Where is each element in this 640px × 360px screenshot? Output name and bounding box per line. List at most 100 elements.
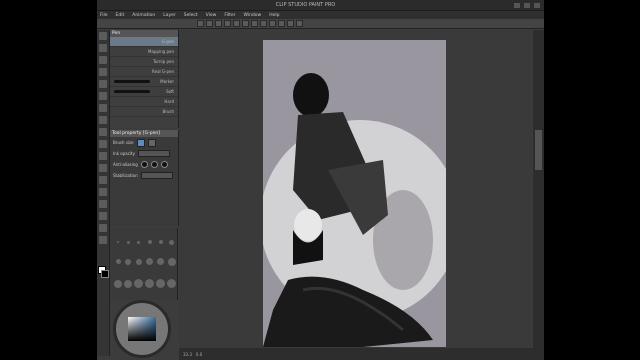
transform-icon[interactable] <box>251 20 258 27</box>
undo-icon[interactable] <box>224 20 231 27</box>
brush-size-option[interactable] <box>167 279 176 289</box>
brush-item[interactable]: Real G-pen <box>110 67 178 77</box>
menu-file[interactable]: File <box>100 13 108 18</box>
brush-label: Marker <box>160 79 174 84</box>
minimize-icon[interactable] <box>514 2 520 8</box>
brush-size-option[interactable] <box>114 279 122 288</box>
property-row[interactable]: Brush size <box>110 137 178 148</box>
menu-select[interactable]: Select <box>184 13 198 18</box>
brush-label: Soft <box>166 89 174 94</box>
subtool-panel: Pen G-pen Mapping pen Turnip pen Real G-… <box>110 30 179 128</box>
property-row[interactable]: Stabilization <box>110 170 178 181</box>
color-picker-square[interactable] <box>128 317 156 341</box>
gradient-tool-icon[interactable] <box>99 164 107 172</box>
brush-size-option[interactable] <box>167 257 176 266</box>
text-tool-icon[interactable] <box>99 212 107 220</box>
frame-tool-icon[interactable] <box>99 188 107 196</box>
eraser-tool-icon[interactable] <box>99 128 107 136</box>
save-icon[interactable] <box>215 20 222 27</box>
property-label: Brush size <box>113 140 134 145</box>
pencil-tool-icon[interactable] <box>99 92 107 100</box>
ruler-icon[interactable] <box>296 20 303 27</box>
new-icon[interactable] <box>197 20 204 27</box>
menu-filter[interactable]: Filter <box>224 13 235 18</box>
select-tool-icon[interactable] <box>99 56 107 64</box>
brush-item[interactable]: Brush <box>110 107 178 117</box>
brush-size-option[interactable] <box>157 258 164 266</box>
property-row[interactable]: Anti-aliasing <box>110 159 178 170</box>
correct-line-tool-icon[interactable] <box>99 236 107 244</box>
size-chip-icon[interactable] <box>147 138 156 147</box>
rotation-value[interactable]: 0.0 <box>196 352 202 357</box>
brush-size-option[interactable] <box>124 279 132 288</box>
brush-size-option[interactable] <box>158 240 163 245</box>
figure-tool-icon[interactable] <box>99 176 107 184</box>
brush-size-option[interactable] <box>125 258 131 265</box>
maximize-icon[interactable] <box>524 2 530 8</box>
airbrush-tool-icon[interactable] <box>99 116 107 124</box>
ruler-tool-icon[interactable] <box>99 200 107 208</box>
brush-size-option[interactable] <box>117 241 119 244</box>
aa-option-icon[interactable] <box>140 161 148 168</box>
menu-help[interactable]: Help <box>269 13 279 18</box>
aa-option-icon[interactable] <box>150 161 158 168</box>
brush-item[interactable]: Mapping pen <box>110 47 178 57</box>
brush-size-option[interactable] <box>147 240 152 245</box>
brush-tool-icon[interactable] <box>99 104 107 112</box>
brush-size-option[interactable] <box>169 239 174 245</box>
menu-animation[interactable]: Animation <box>132 13 155 18</box>
brush-stroke-preview <box>114 90 150 93</box>
snap-icon[interactable] <box>278 20 285 27</box>
redo-icon[interactable] <box>233 20 240 27</box>
brush-size-option[interactable] <box>135 258 142 265</box>
close-icon[interactable] <box>534 2 540 8</box>
brush-size-option[interactable] <box>115 259 121 265</box>
brush-label: Hard <box>164 99 174 104</box>
blend-tool-icon[interactable] <box>99 140 107 148</box>
scrollbar-thumb[interactable] <box>535 130 542 170</box>
open-icon[interactable] <box>206 20 213 27</box>
grid-icon[interactable] <box>287 20 294 27</box>
opacity-slider[interactable] <box>138 150 170 157</box>
vertical-scrollbar[interactable] <box>533 30 544 348</box>
stabilization-slider[interactable] <box>140 172 173 179</box>
aa-option-icon[interactable] <box>160 161 168 168</box>
window-title: CLIP STUDIO PAINT PRO <box>275 2 336 8</box>
brush-item[interactable]: Hard <box>110 97 178 107</box>
figure-head <box>293 73 329 117</box>
clear-icon[interactable] <box>242 20 249 27</box>
zoom-tool-icon[interactable] <box>99 32 107 40</box>
brush-size-option[interactable] <box>137 240 140 244</box>
brush-size-option[interactable] <box>146 258 153 266</box>
brush-size-option[interactable] <box>126 240 130 244</box>
balloon-tool-icon[interactable] <box>99 224 107 232</box>
fill-tool-icon[interactable] <box>99 152 107 160</box>
color-swatch[interactable] <box>98 266 109 278</box>
property-label: Ink opacity <box>113 151 135 156</box>
menu-edit[interactable]: Edit <box>116 13 125 18</box>
artwork-canvas[interactable] <box>263 40 446 347</box>
color-wheel[interactable] <box>113 300 171 358</box>
menu-window[interactable]: Window <box>243 13 261 18</box>
brush-size-option[interactable] <box>134 279 143 289</box>
brush-size-option[interactable] <box>156 279 165 289</box>
zoom-value[interactable]: 33.3 <box>183 352 192 357</box>
brush-item[interactable]: G-pen <box>110 37 178 47</box>
size-chip-icon[interactable] <box>136 138 145 147</box>
menu-layer[interactable]: Layer <box>163 13 176 18</box>
eyedropper-tool-icon[interactable] <box>99 68 107 76</box>
brush-size-option[interactable] <box>145 279 154 289</box>
brush-item[interactable]: Soft <box>110 87 178 97</box>
invert-icon[interactable] <box>269 20 276 27</box>
brush-item[interactable]: Turnip pen <box>110 57 178 67</box>
app-window: CLIP STUDIO PAINT PRO File Edit Animatio… <box>97 0 544 360</box>
letterbox-left <box>0 0 97 360</box>
background-color-icon[interactable] <box>101 270 109 278</box>
pen-tool-icon[interactable] <box>99 80 107 88</box>
deselect-icon[interactable] <box>260 20 267 27</box>
brush-item[interactable]: Marker <box>110 77 178 87</box>
property-row[interactable]: Ink opacity <box>110 148 178 159</box>
move-tool-icon[interactable] <box>99 44 107 52</box>
menu-view[interactable]: View <box>206 13 217 18</box>
illustration <box>263 73 446 347</box>
